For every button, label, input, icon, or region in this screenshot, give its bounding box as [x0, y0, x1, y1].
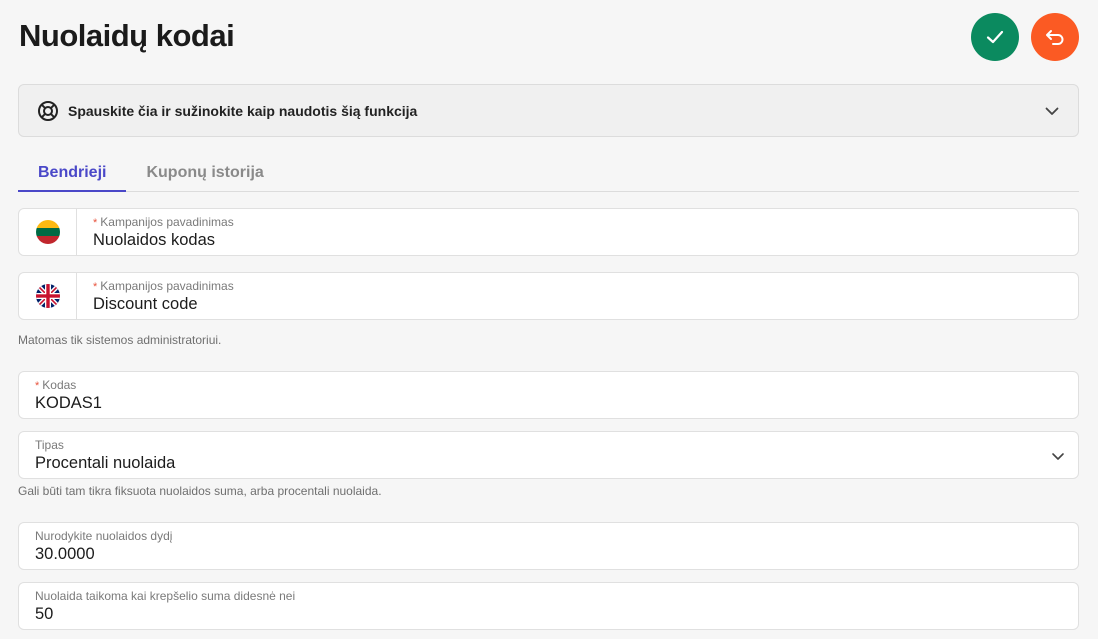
- min-cart-amount-field[interactable]: Nuolaida taikoma kai krepšelio suma dide…: [18, 582, 1079, 630]
- code-input[interactable]: KODAS1: [35, 394, 102, 413]
- back-button[interactable]: [1031, 13, 1079, 61]
- campaign-name-en-field[interactable]: * Kampanijos pavadinimas Discount code: [18, 272, 1079, 320]
- lithuania-flag-icon: [35, 220, 60, 244]
- campaign-name-lt-input[interactable]: Nuolaidos kodas: [93, 231, 215, 250]
- type-selected-value[interactable]: Procentali nuolaida: [35, 454, 175, 473]
- uk-flag-icon: [35, 284, 60, 308]
- language-flag-en: [19, 273, 77, 319]
- discount-size-input[interactable]: 30.0000: [35, 545, 95, 564]
- min-cart-amount-input[interactable]: 50: [35, 605, 53, 624]
- help-text: Spauskite čia ir sužinokite kaip naudoti…: [68, 102, 418, 119]
- min-cart-amount-label: Nuolaida taikoma kai krepšelio suma dide…: [35, 589, 296, 603]
- type-hint: Gali būti tam tikra fiksuota nuolaidos s…: [18, 484, 382, 498]
- campaign-name-en-label: * Kampanijos pavadinimas: [93, 279, 234, 293]
- chevron-down-icon[interactable]: [1050, 448, 1066, 464]
- type-label: Tipas: [35, 438, 64, 452]
- page-title: Nuolaidų kodai: [19, 18, 235, 53]
- code-field[interactable]: * Kodas KODAS1: [18, 371, 1079, 419]
- lifebuoy-icon: [37, 100, 59, 122]
- save-button[interactable]: [971, 13, 1019, 61]
- language-flag-lt: [19, 209, 77, 255]
- tab-bar: Bendrieji Kuponų istorija: [18, 155, 1079, 192]
- campaign-name-lt-field[interactable]: * Kampanijos pavadinimas Nuolaidos kodas: [18, 208, 1079, 256]
- help-accordion[interactable]: Spauskite čia ir sužinokite kaip naudoti…: [18, 84, 1079, 137]
- campaign-name-lt-label: * Kampanijos pavadinimas: [93, 215, 234, 229]
- checkmark-icon: [986, 30, 1004, 44]
- tab-coupon-history[interactable]: Kuponų istorija: [126, 155, 283, 192]
- code-label: * Kodas: [35, 378, 77, 392]
- discount-size-field[interactable]: Nurodykite nuolaidos dydį 30.0000: [18, 522, 1079, 570]
- campaign-name-en-input[interactable]: Discount code: [93, 295, 198, 314]
- discount-size-label: Nurodykite nuolaidos dydį: [35, 529, 173, 543]
- type-select[interactable]: Tipas Procentali nuolaida: [18, 431, 1079, 479]
- campaign-name-hint: Matomas tik sistemos administratoriui.: [18, 333, 222, 347]
- undo-arrow-icon: [1046, 30, 1064, 45]
- tab-general[interactable]: Bendrieji: [18, 155, 127, 192]
- chevron-down-icon: [1044, 103, 1060, 119]
